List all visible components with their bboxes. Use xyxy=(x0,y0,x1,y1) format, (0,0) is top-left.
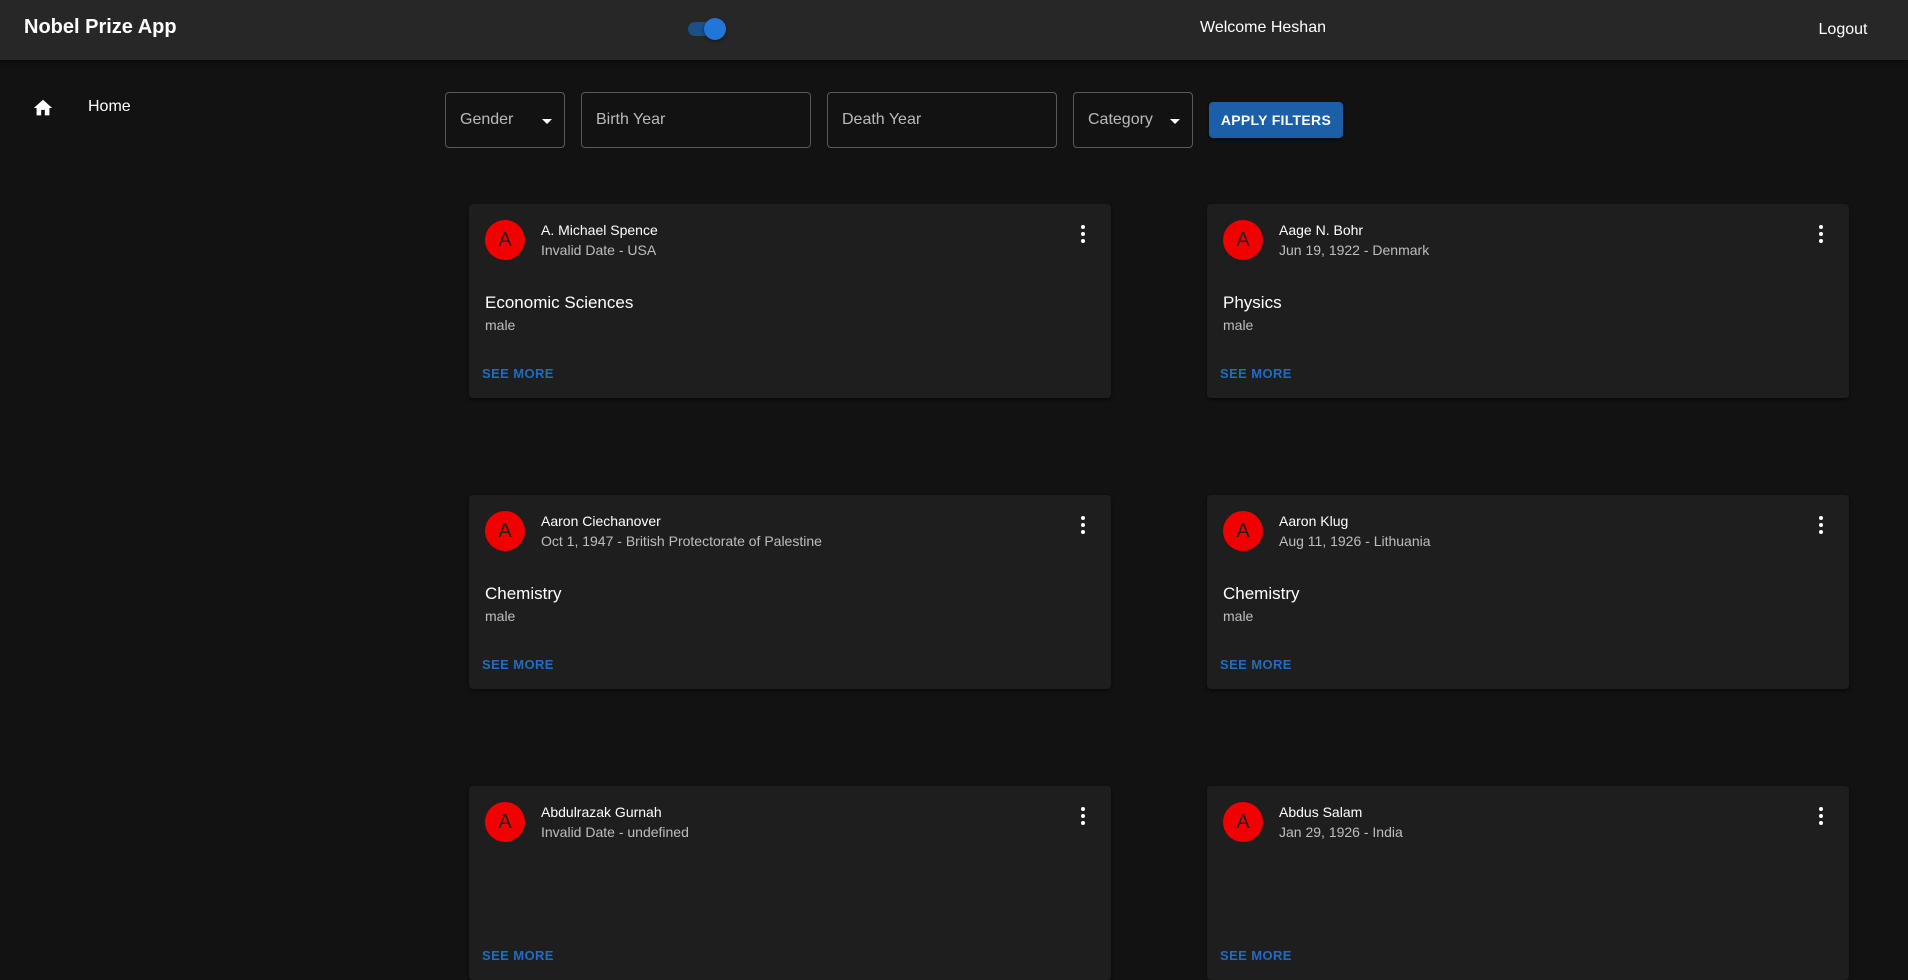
more-vert-icon[interactable] xyxy=(1071,513,1095,537)
laureate-card: A A. Michael Spence Invalid Date - USA E… xyxy=(469,204,1111,398)
welcome-message: Welcome Heshan xyxy=(1200,19,1326,36)
see-more-button[interactable]: SEE MORE xyxy=(477,362,559,386)
laureate-card: A Abdus Salam Jan 29, 1926 - India SEE M… xyxy=(1207,786,1849,980)
laureate-name: Abdulrazak Gurnah xyxy=(541,804,662,820)
category-select[interactable]: Category xyxy=(1073,92,1193,148)
toggle-thumb xyxy=(704,18,726,40)
sidebar-item-label: Home xyxy=(88,98,131,115)
category-select-label: Category xyxy=(1088,111,1153,128)
apply-filters-button[interactable]: APPLY FILTERS xyxy=(1209,102,1343,138)
prize-category: Economic Sciences xyxy=(485,293,634,312)
laureate-card: A Aaron Ciechanover Oct 1, 1947 - Britis… xyxy=(469,495,1111,689)
avatar: A xyxy=(485,802,525,842)
more-vert-icon[interactable] xyxy=(1809,804,1833,828)
laureate-card: A Abdulrazak Gurnah Invalid Date - undef… xyxy=(469,786,1111,980)
avatar: A xyxy=(485,220,525,260)
see-more-button[interactable]: SEE MORE xyxy=(1215,362,1297,386)
laureate-birth-country: Invalid Date - undefined xyxy=(541,824,689,840)
prize-category: Physics xyxy=(1223,293,1282,312)
laureate-name: Abdus Salam xyxy=(1279,804,1363,820)
app-bar: Nobel Prize App Welcome Heshan Logout xyxy=(0,0,1908,60)
avatar: A xyxy=(485,511,525,551)
see-more-button[interactable]: SEE MORE xyxy=(477,944,559,968)
home-icon xyxy=(33,99,53,116)
laureate-name: Aaron Klug xyxy=(1279,513,1349,529)
death-year-field[interactable] xyxy=(827,92,1057,148)
laureate-birth-country: Jun 19, 1922 - Denmark xyxy=(1279,242,1430,258)
laureate-birth-country: Oct 1, 1947 - British Protectorate of Pa… xyxy=(541,533,822,549)
see-more-button[interactable]: SEE MORE xyxy=(1215,944,1297,968)
laureate-gender: male xyxy=(485,317,516,333)
prize-category: Chemistry xyxy=(1223,584,1300,603)
laureate-name: Aaron Ciechanover xyxy=(541,513,661,529)
gender-select[interactable]: Gender xyxy=(445,92,565,148)
laureate-birth-country: Aug 11, 1926 - Lithuania xyxy=(1279,533,1431,549)
more-vert-icon[interactable] xyxy=(1071,222,1095,246)
moon-icon xyxy=(650,20,659,38)
laureate-birth-country: Jan 29, 1926 - India xyxy=(1279,824,1403,840)
laureate-gender: male xyxy=(1223,608,1254,624)
avatar: A xyxy=(1223,511,1263,551)
birth-year-input[interactable] xyxy=(582,93,810,147)
laureate-gender: male xyxy=(1223,317,1254,333)
chevron-down-icon xyxy=(542,119,552,124)
laureate-card: A Aage N. Bohr Jun 19, 1922 - Denmark Ph… xyxy=(1207,204,1849,398)
laureate-gender: male xyxy=(485,608,516,624)
death-year-input[interactable] xyxy=(828,93,1056,147)
app-title: Nobel Prize App xyxy=(24,16,177,38)
laureate-card: A Aaron Klug Aug 11, 1926 - Lithuania Ch… xyxy=(1207,495,1849,689)
more-vert-icon[interactable] xyxy=(1809,222,1833,246)
see-more-button[interactable]: SEE MORE xyxy=(1215,653,1297,677)
avatar: A xyxy=(1223,220,1263,260)
more-vert-icon[interactable] xyxy=(1071,804,1095,828)
dark-mode-toggle[interactable] xyxy=(686,17,726,41)
gender-select-label: Gender xyxy=(460,111,514,128)
sidebar-item-home[interactable]: Home xyxy=(0,88,440,128)
prize-category: Chemistry xyxy=(485,584,562,603)
see-more-button[interactable]: SEE MORE xyxy=(477,653,559,677)
logout-button[interactable]: Logout xyxy=(1808,17,1878,43)
laureate-name: Aage N. Bohr xyxy=(1279,222,1364,238)
avatar: A xyxy=(1223,802,1263,842)
birth-year-field[interactable] xyxy=(581,92,811,148)
more-vert-icon[interactable] xyxy=(1809,513,1833,537)
laureate-birth-country: Invalid Date - USA xyxy=(541,242,657,258)
chevron-down-icon xyxy=(1170,119,1180,124)
laureate-name: A. Michael Spence xyxy=(541,222,658,238)
